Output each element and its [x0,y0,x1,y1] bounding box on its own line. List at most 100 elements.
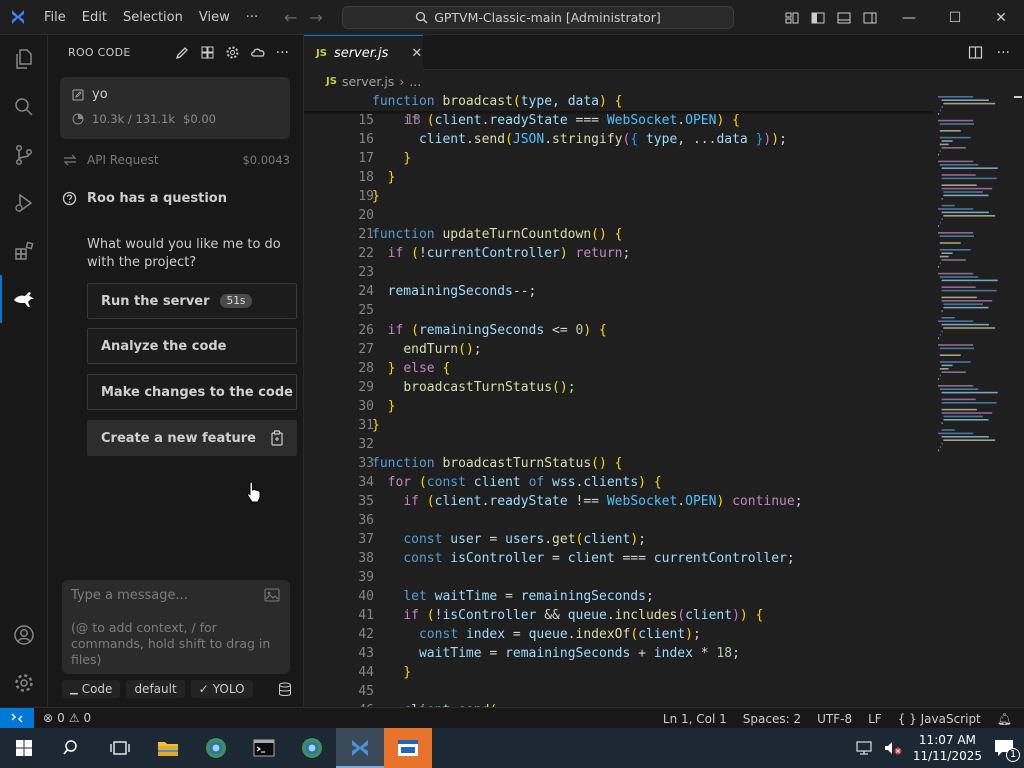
option-make-changes-button[interactable]: Make changes to the code [87,374,297,410]
minimap[interactable] [934,92,1010,652]
code-line[interactable]: 27 endTurn(); [304,340,934,359]
tab-server-js[interactable]: JS server.js ✕ [304,35,423,70]
code-line[interactable]: 32 [304,435,934,454]
copy-clipboard-icon[interactable] [270,430,284,446]
app-window-icon[interactable] [384,728,432,768]
cursor-position[interactable]: Ln 1, Col 1 [663,712,727,726]
code-editor[interactable]: 13 function broadcast(type, data) { 15 i… [304,92,934,707]
windows-start-icon[interactable] [0,728,48,768]
code-line[interactable]: 21 function updateTurnCountdown() { [304,225,934,244]
menu-view[interactable]: View [191,0,238,35]
code-line[interactable]: 42 const index = queue.indexOf(client); [304,625,934,644]
sticky-scroll-line[interactable]: 13 function broadcast(type, data) { [304,92,934,128]
vscode-app-icon[interactable] [336,728,384,768]
code-line[interactable]: 34 for (const client of wss.clients) { [304,473,934,492]
code-line[interactable]: 18 } [304,168,934,187]
current-task-card[interactable]: yo 10.3k / 131.1k $0.00 [60,77,290,139]
network-icon[interactable] [855,740,873,756]
code-line[interactable]: 28 } else { [304,359,934,378]
terminal-icon[interactable] [240,728,288,768]
option-create-feature-button[interactable]: Create a new feature [87,420,297,456]
extensions-icon[interactable] [0,227,48,275]
encoding[interactable]: UTF-8 [817,712,852,726]
mode-selector[interactable]: ▁ Code [62,680,121,698]
code-line[interactable]: 40 let waitTime = remainingSeconds; [304,587,934,606]
database-icon[interactable] [278,682,292,697]
minimize-icon[interactable]: — [886,0,932,35]
menu-more-button[interactable]: ··· [238,0,266,35]
code-line[interactable]: 35 if (client.readyState !== WebSocket.O… [304,492,934,511]
config-selector[interactable]: default [126,680,185,698]
maximize-icon[interactable]: ☐ [932,0,978,35]
accounts-icon[interactable] [0,611,48,659]
new-task-pencil-icon[interactable] [175,45,190,60]
code-line[interactable]: 31} [304,416,934,435]
run-debug-icon[interactable] [0,179,48,227]
explorer-icon[interactable] [0,35,48,83]
toggle-primary-sidebar-icon[interactable] [810,10,826,26]
code-line[interactable]: 45 [304,682,934,701]
code-line[interactable]: 24 remainingSeconds--; [304,282,934,301]
panel-settings-gear-icon[interactable] [225,45,240,60]
editor-more-icon[interactable]: ··· [997,45,1010,61]
split-editor-icon[interactable] [968,45,983,60]
tab-close-icon[interactable]: ✕ [411,46,422,61]
code-line[interactable]: 44 } [304,663,934,682]
code-line[interactable]: 36 [304,511,934,530]
toggle-secondary-sidebar-icon[interactable] [862,10,878,26]
code-line[interactable]: 22 if (!currentController) return; [304,244,934,263]
option-run-server-button[interactable]: Run the server 51s [87,283,297,319]
code-line[interactable]: 38 const isController = client === curre… [304,549,934,568]
marketplace-icon[interactable] [200,45,215,60]
api-request-row[interactable]: API Request $0.0043 [62,151,290,169]
code-line[interactable]: 33 function broadcastTurnStatus() { [304,454,934,473]
customize-layout-icon[interactable] [784,10,800,26]
breadcrumb-file[interactable]: server.js [342,74,394,89]
code-line[interactable]: 39 [304,568,934,587]
source-control-icon[interactable] [0,131,48,179]
edit-task-icon[interactable] [72,89,84,101]
forward-arrow-icon[interactable]: → [309,8,322,27]
code-line[interactable]: 19} [304,187,934,206]
chrome-browser-icon[interactable] [192,728,240,768]
code-line[interactable]: 16 client.send(JSON.stringify({ type, ..… [304,130,934,149]
system-clock[interactable]: 11:07 AM 11/11/2025 [913,732,982,764]
back-arrow-icon[interactable]: ← [284,8,297,27]
settings-gear-icon[interactable] [0,659,48,707]
menu-file[interactable]: File [36,0,74,35]
chrome-browser-2-icon[interactable] [288,728,336,768]
code-line[interactable]: 17 } [304,149,934,168]
auto-approve-selector[interactable]: ✓ YOLO [190,680,253,698]
end-of-line[interactable]: LF [868,712,882,726]
chat-input[interactable]: Type a message... (@ to add context, / f… [62,580,290,674]
search-view-icon[interactable] [0,83,48,131]
indentation[interactable]: Spaces: 2 [743,712,801,726]
file-explorer-icon[interactable] [144,728,192,768]
taskbar-search-icon[interactable] [48,728,96,768]
code-line[interactable]: 23 [304,263,934,282]
problems-indicator[interactable]: ⊗ 0 ⚠ 0 [34,711,91,725]
language-mode[interactable]: { } JavaScript [898,712,981,726]
menu-selection[interactable]: Selection [115,0,191,35]
add-image-icon[interactable] [264,588,280,602]
code-line[interactable]: 20 [304,206,934,225]
task-view-icon[interactable] [96,728,144,768]
breadcrumb-more[interactable]: ... [409,74,421,89]
cloud-icon[interactable] [250,45,266,60]
code-line[interactable]: 29 broadcastTurnStatus(); [304,378,934,397]
code-line[interactable]: 41 if (!isController && queue.includes(c… [304,606,934,625]
close-window-icon[interactable]: ✕ [978,0,1024,35]
remote-indicator-icon[interactable] [0,707,34,729]
code-line[interactable]: 25 [304,301,934,320]
code-line[interactable]: 26 if (remainingSeconds <= 0) { [304,321,934,340]
option-analyze-code-button[interactable]: Analyze the code [87,328,297,364]
code-line[interactable]: 37 const user = users.get(client); [304,530,934,549]
notifications-bell-icon[interactable]: 🔔︎ [997,712,1012,726]
toggle-panel-icon[interactable] [836,10,852,26]
volume-muted-icon[interactable] [883,740,903,756]
vertical-scrollbar[interactable] [1012,92,1024,707]
roo-code-kangaroo-icon[interactable] [0,275,48,323]
panel-more-icon[interactable]: ··· [276,45,289,61]
command-center-search[interactable]: GPTVM-Classic-main [Administrator] [342,6,734,29]
code-line[interactable]: 43 waitTime = remainingSeconds + index *… [304,644,934,663]
